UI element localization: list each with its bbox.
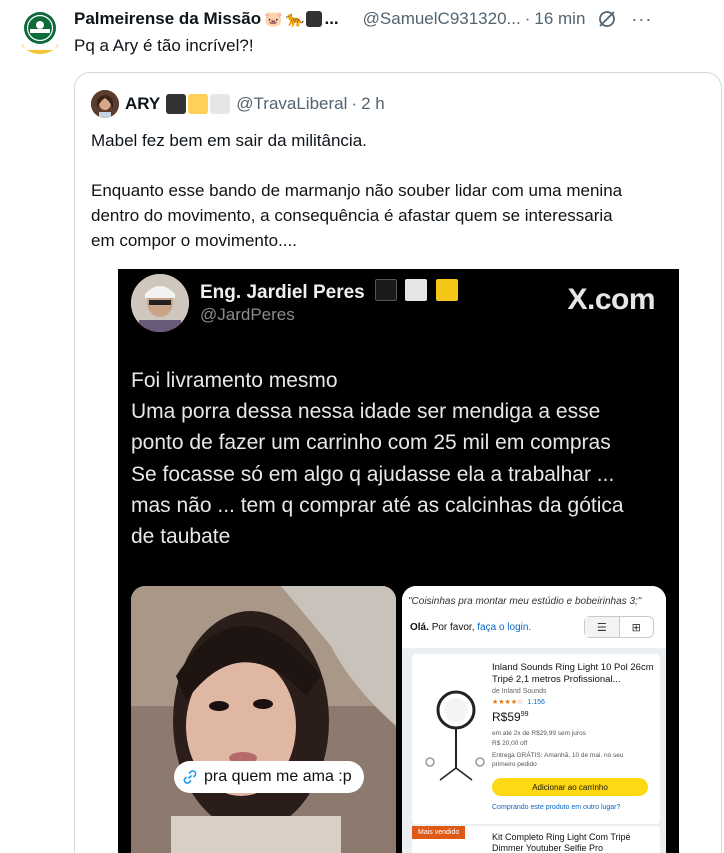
photo-caption-text: pra quem me ama :p	[204, 768, 352, 785]
media-text-line-5: mas não ... tem q comprar até as calcinh…	[131, 493, 624, 517]
tweet-time[interactable]: 16 min	[534, 9, 585, 29]
separator-dot: ·	[524, 9, 531, 28]
media-author-name: Eng. Jardiel Peres	[200, 282, 365, 303]
x-com-watermark: X.com	[567, 283, 655, 316]
product-1-buy-elsewhere: Comprando este produto em outro lugar?	[492, 804, 621, 811]
more-options-icon[interactable]: ···	[631, 9, 652, 30]
white-square-emoji	[210, 94, 231, 114]
product-1-title: Inland Sounds Ring Light 10 Pol 26cm Tri…	[492, 662, 654, 685]
quote-author-avatar[interactable]	[91, 90, 119, 118]
product-1-discount: R$ 20,00 off	[492, 740, 528, 747]
media-text-line-1: Foi livramento mesmo	[131, 369, 338, 392]
shop-list-subtitle: "Coisinhas pra montar meu estúdio e bobe…	[408, 596, 642, 607]
product-1-price: R$5999	[492, 710, 529, 724]
white-square-emoji	[405, 279, 428, 301]
photo-caption-pill: pra quem me ama :p	[174, 761, 364, 793]
media-text-line-6: de taubate	[131, 525, 231, 549]
quote-paragraph-2-line-2: dentro do movimento, a consequência é af…	[91, 206, 613, 225]
media-author-name-row: Eng. Jardiel Peres	[200, 279, 458, 304]
shop-header: "Coisinhas pra montar meu estúdio e bobe…	[402, 586, 666, 648]
product-1-brand: de Inland Sounds	[492, 688, 547, 695]
yellow-square-emoji	[435, 279, 458, 301]
avatar-photo-icon	[131, 274, 189, 332]
product-1-rating: ★★★★☆ 1.156	[492, 699, 545, 706]
product-card-1: Inland Sounds Ring Light 10 Pol 26cm Tri…	[412, 654, 660, 824]
quote-text: Mabel fez bem em sair da militância. Enq…	[91, 128, 711, 253]
quote-paragraph-2-line-1: Enquanto esse bando de marmanjo não soub…	[91, 181, 623, 200]
quote-header: ARY @TravaLiberal · 2 h	[91, 90, 385, 118]
list-view-icon: ☰	[585, 617, 620, 637]
best-seller-badge: Mais vendido	[412, 826, 466, 839]
author-avatar[interactable]	[16, 6, 64, 54]
quote-time[interactable]: 2 h	[361, 94, 385, 114]
pig-emoji: 🐷	[264, 11, 283, 28]
tweet-header: Palmeirense da Missão 🐷 🐆 ... @SamuelC93…	[74, 8, 708, 30]
media-text-line-4: Se focasse só em algo q ajudasse ela a t…	[131, 462, 615, 486]
quote-author-name[interactable]: ARY	[125, 94, 160, 114]
avatar-photo-icon	[91, 90, 119, 118]
palmeiras-logo-icon	[17, 7, 63, 54]
black-square-emoji	[375, 279, 398, 301]
dark-square-emoji	[306, 11, 323, 27]
shopping-list-screenshot: "Coisinhas pra montar meu estúdio e bobe…	[402, 586, 666, 853]
link-icon	[182, 769, 198, 785]
add-to-cart-button: Adicionar ao carrinho	[492, 778, 648, 796]
grok-icon[interactable]	[597, 9, 617, 29]
grid-view-icon: ⊞	[631, 621, 641, 634]
selfie-illustration	[131, 586, 396, 853]
quote-paragraph-1: Mabel fez bem em sair da militância.	[91, 131, 367, 150]
quote-media-image[interactable]: Eng. Jardiel Peres @JardPeres X.com Foi …	[118, 269, 679, 853]
quote-author-handle[interactable]: @TravaLiberal	[236, 94, 347, 114]
separator-dot: ·	[351, 94, 358, 113]
media-text-line-2: Uma porra dessa nessa idade ser mendiga …	[131, 400, 601, 424]
product-card-2: Mais vendido Kit Completo Ring Light Com…	[412, 826, 660, 853]
author-name[interactable]: Palmeirense da Missão	[74, 9, 261, 29]
product-2-title: Kit Completo Ring Light Com Tripé Dimmer…	[492, 832, 631, 853]
quote-paragraph-2-line-3: em compor o movimento....	[91, 231, 297, 250]
name-truncation: ...	[324, 9, 339, 28]
black-square-emoji	[166, 94, 187, 114]
media-author-avatar	[131, 274, 189, 332]
product-1-delivery: Entrega GRÁTIS: Amanhã, 10 de mai. no se…	[492, 752, 624, 759]
product-1-delivery-2: primeiro pedido	[492, 761, 537, 768]
view-toggle: ☰ ⊞	[584, 616, 654, 638]
tweet-text: Pq a Ary é tão incrível?!	[74, 36, 254, 55]
shop-greeting: Olá. Por favor, faça o login.	[410, 622, 532, 633]
selfie-photo: pra quem me ama :p	[131, 586, 396, 853]
media-author-handle: @JardPeres	[200, 305, 295, 324]
product-1-installments: em até 2x de R$29,99 sem juros	[492, 730, 586, 737]
quoted-tweet[interactable]: ARY @TravaLiberal · 2 h Mabel fez bem em…	[74, 72, 722, 853]
tweet[interactable]: Palmeirense da Missão 🐷 🐆 ... @SamuelC93…	[0, 0, 724, 853]
yellow-square-emoji	[188, 94, 209, 114]
ring-light-icon	[425, 690, 485, 781]
author-handle[interactable]: @SamuelC931320...	[363, 9, 521, 29]
leopard-emoji: 🐆	[285, 11, 305, 28]
media-text-line-3: ponto de fazer um carrinho com 25 mil em…	[131, 431, 611, 455]
media-post-text: Foi livramento mesmo Uma porra dessa nes…	[131, 365, 671, 552]
